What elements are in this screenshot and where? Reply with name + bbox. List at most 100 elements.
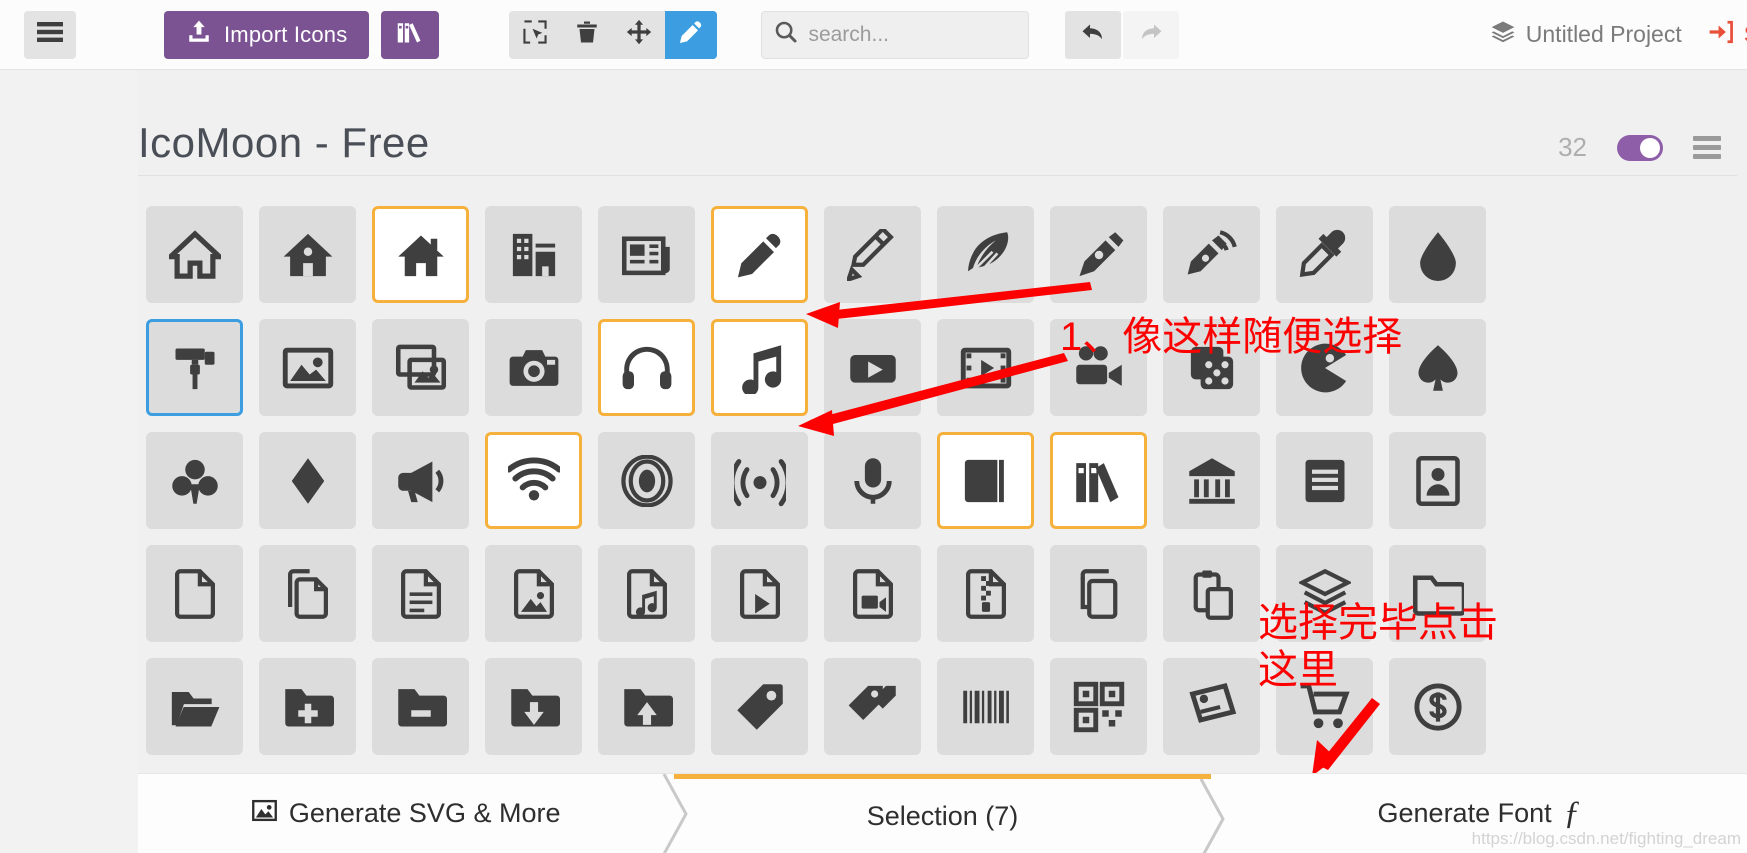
generate-font-tab[interactable]: Generate Font ƒ	[1211, 774, 1747, 853]
folder-upload-icon	[598, 658, 695, 755]
icon-cell-blog[interactable]	[1155, 198, 1268, 311]
icon-set-toggle[interactable]	[1617, 134, 1663, 161]
tool-group	[509, 10, 718, 59]
redo-button[interactable]	[1123, 10, 1180, 59]
icon-cell-dice[interactable]	[1155, 311, 1268, 424]
generate-svg-tab[interactable]: Generate SVG & More	[138, 773, 689, 853]
profile-icon	[1389, 432, 1486, 529]
icon-cell-file-picture[interactable]	[477, 537, 590, 650]
sign-in-button[interactable]: Sig	[1708, 19, 1747, 51]
spades-icon	[1389, 319, 1486, 416]
icon-cell-droplet[interactable]	[1381, 198, 1494, 311]
home-icon	[146, 206, 243, 303]
icon-cell-file-text[interactable]	[1268, 424, 1381, 537]
icon-cell-pen[interactable]	[1042, 198, 1155, 311]
icon-cell-pacman[interactable]	[1268, 311, 1381, 424]
icon-cell-price-tag[interactable]	[703, 650, 816, 763]
files-empty-icon	[259, 545, 356, 642]
icon-cell-play[interactable]	[816, 311, 929, 424]
icon-cell-newspaper[interactable]	[590, 198, 703, 311]
icon-cell-pencil2[interactable]	[816, 198, 929, 311]
import-icons-button[interactable]: Import Icons	[164, 10, 370, 59]
icon-cell-library[interactable]	[1155, 424, 1268, 537]
move-tool-button[interactable]	[613, 11, 665, 59]
project-name-button[interactable]: Untitled Project	[1490, 19, 1682, 51]
icon-cell-eyedropper[interactable]	[1268, 198, 1381, 311]
icon-cell-folder-upload[interactable]	[590, 650, 703, 763]
icon-cell-office[interactable]	[477, 198, 590, 311]
history-group	[1065, 10, 1180, 59]
icon-cell-mic[interactable]	[816, 424, 929, 537]
icon-cell-quill[interactable]	[929, 198, 1042, 311]
selection-label: Selection (7)	[866, 800, 1019, 831]
icon-cell-image[interactable]	[251, 311, 364, 424]
icon-cell-book[interactable]	[929, 424, 1042, 537]
icon-cell-paste[interactable]	[1155, 537, 1268, 650]
icon-cell-file-zip[interactable]	[929, 537, 1042, 650]
undo-button[interactable]	[1065, 10, 1122, 59]
move-arrows-icon	[626, 19, 652, 50]
search-icon	[774, 20, 798, 49]
home3-icon	[372, 206, 469, 303]
icon-cell-paint-format[interactable]	[138, 311, 251, 424]
icon-cell-ticket[interactable]	[1155, 650, 1268, 763]
icon-cell-feed[interactable]	[703, 424, 816, 537]
icon-cell-files-empty[interactable]	[251, 537, 364, 650]
copy-icon	[1050, 545, 1147, 642]
app-menu-button[interactable]	[24, 10, 76, 59]
selection-tab[interactable]: Selection (7)	[674, 774, 1225, 853]
icon-cell-podcast[interactable]	[590, 424, 703, 537]
icon-cell-cart[interactable]	[1268, 650, 1381, 763]
icon-set-tools: 32	[1558, 132, 1721, 167]
icon-cell-video-camera[interactable]	[1042, 311, 1155, 424]
toolbar-right-group: Untitled Project Sig	[1490, 19, 1747, 51]
icon-cell-stack[interactable]	[1268, 537, 1381, 650]
file-play-icon	[711, 545, 808, 642]
icon-cell-profile[interactable]	[1381, 424, 1494, 537]
icon-cell-folder[interactable]	[1381, 537, 1494, 650]
icon-cell-headphones[interactable]	[590, 311, 703, 424]
library-icon	[1163, 432, 1260, 529]
icon-cell-spades[interactable]	[1381, 311, 1494, 424]
delete-tool-button[interactable]	[561, 11, 613, 59]
icon-cell-folder-minus[interactable]	[364, 650, 477, 763]
icon-cell-file-empty[interactable]	[138, 537, 251, 650]
icon-cell-pencil[interactable]	[703, 198, 816, 311]
icon-cell-file-play[interactable]	[703, 537, 816, 650]
icon-cell-film[interactable]	[929, 311, 1042, 424]
icon-cell-connection[interactable]	[477, 424, 590, 537]
icon-cell-qrcode[interactable]	[1042, 650, 1155, 763]
icon-cell-file-music[interactable]	[590, 537, 703, 650]
select-tool-button[interactable]	[509, 11, 561, 59]
icon-cell-home2[interactable]	[251, 198, 364, 311]
icon-cell-folder-open[interactable]	[138, 650, 251, 763]
icon-cell-music[interactable]	[703, 311, 816, 424]
icon-cell-clubs[interactable]	[138, 424, 251, 537]
icon-set-menu-button[interactable]	[1693, 136, 1721, 159]
droplet-icon	[1389, 206, 1486, 303]
blog-icon	[1163, 206, 1260, 303]
icon-cell-file-text2[interactable]	[364, 537, 477, 650]
icon-cell-price-tags[interactable]	[816, 650, 929, 763]
generate-svg-label: Generate SVG & More	[288, 798, 561, 828]
icon-cell-images[interactable]	[364, 311, 477, 424]
icon-library-button[interactable]	[381, 10, 440, 59]
icon-cell-home3[interactable]	[364, 198, 477, 311]
search-input[interactable]	[808, 22, 1017, 47]
icon-cell-books[interactable]	[1042, 424, 1155, 537]
icon-cell-camera[interactable]	[477, 311, 590, 424]
icon-set-title: IcoMoon - Free	[138, 119, 430, 166]
icon-cell-folder-download[interactable]	[477, 650, 590, 763]
icon-cell-file-video[interactable]	[816, 537, 929, 650]
icon-cell-bullhorn[interactable]	[364, 424, 477, 537]
icon-cell-home[interactable]	[138, 198, 251, 311]
icon-cell-copy[interactable]	[1042, 537, 1155, 650]
search-box[interactable]	[761, 10, 1030, 59]
edit-tool-button[interactable]	[665, 10, 718, 59]
list-menu-icon-bar	[1693, 136, 1721, 141]
icon-cell-folder-plus[interactable]	[251, 650, 364, 763]
icon-cell-coin-dollar[interactable]	[1381, 650, 1494, 763]
icon-cell-diamonds[interactable]	[251, 424, 364, 537]
cart-icon	[1276, 658, 1373, 755]
icon-cell-barcode[interactable]	[929, 650, 1042, 763]
